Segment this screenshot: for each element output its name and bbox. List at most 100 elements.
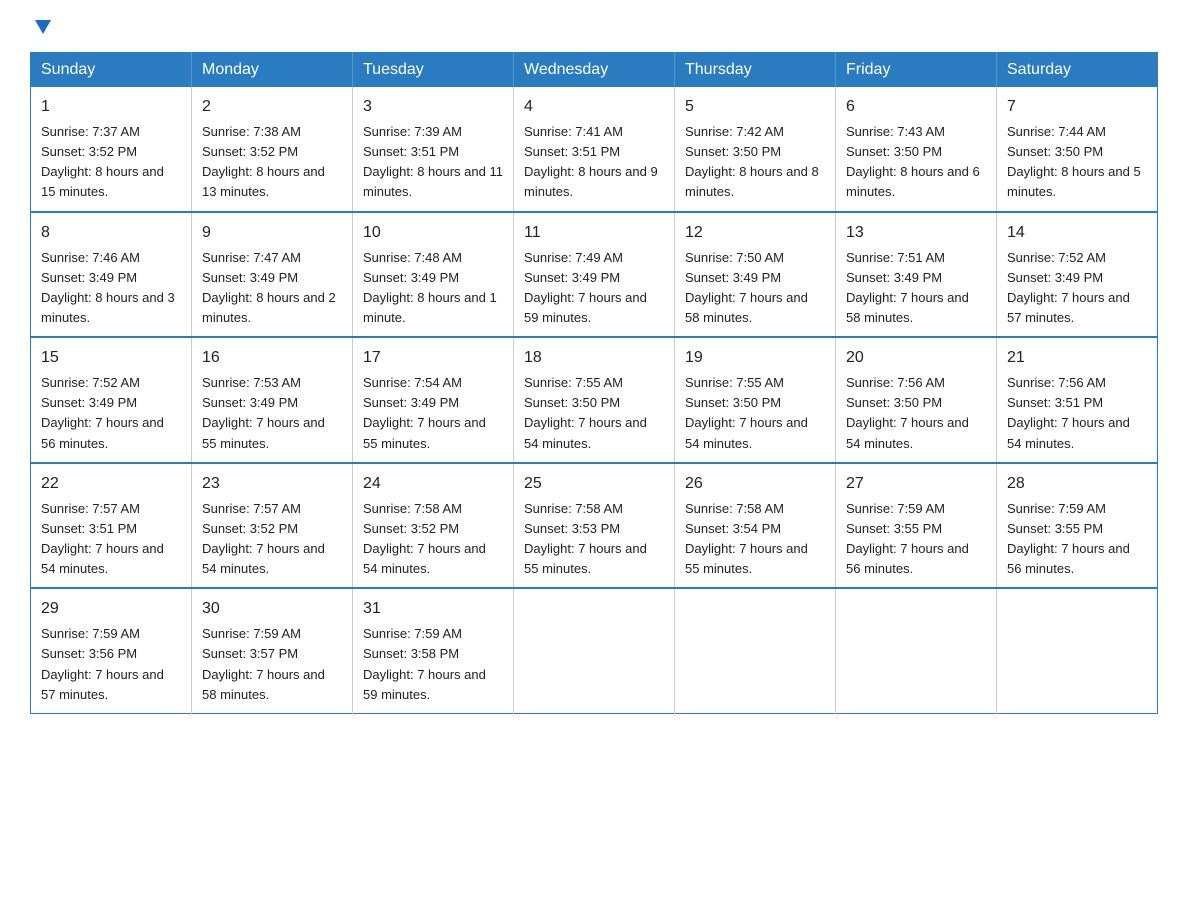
day-info: Sunrise: 7:55 AMSunset: 3:50 PMDaylight:… — [524, 375, 647, 450]
calendar-cell: 20 Sunrise: 7:56 AMSunset: 3:50 PMDayligh… — [836, 337, 997, 463]
day-number: 20 — [846, 346, 986, 370]
calendar-cell: 9 Sunrise: 7:47 AMSunset: 3:49 PMDaylight… — [192, 212, 353, 338]
calendar-cell: 31 Sunrise: 7:59 AMSunset: 3:58 PMDayligh… — [353, 588, 514, 713]
day-info: Sunrise: 7:56 AMSunset: 3:51 PMDaylight:… — [1007, 375, 1130, 450]
day-number: 2 — [202, 95, 342, 119]
calendar-cell: 11Sunrise: 7:49 AMSunset: 3:49 PMDayligh… — [514, 212, 675, 338]
calendar-header: SundayMondayTuesdayWednesdayThursdayFrid… — [31, 53, 1158, 88]
day-info: Sunrise: 7:37 AMSunset: 3:52 PMDaylight:… — [41, 124, 164, 199]
logo — [30, 20, 54, 34]
day-info: Sunrise: 7:53 AMSunset: 3:49 PMDaylight:… — [202, 375, 325, 450]
day-header-thursday: Thursday — [675, 53, 836, 88]
day-number: 14 — [1007, 221, 1147, 245]
calendar-cell: 12Sunrise: 7:50 AMSunset: 3:49 PMDayligh… — [675, 212, 836, 338]
day-number: 30 — [202, 597, 342, 621]
day-number: 8 — [41, 221, 181, 245]
day-number: 1 — [41, 95, 181, 119]
day-info: Sunrise: 7:41 AMSunset: 3:51 PMDaylight:… — [524, 124, 658, 199]
calendar-cell: 24Sunrise: 7:58 AMSunset: 3:52 PMDayligh… — [353, 463, 514, 589]
day-info: Sunrise: 7:55 AMSunset: 3:50 PMDaylight:… — [685, 375, 808, 450]
calendar-cell: 4 Sunrise: 7:41 AMSunset: 3:51 PMDaylight… — [514, 87, 675, 212]
day-header-wednesday: Wednesday — [514, 53, 675, 88]
day-info: Sunrise: 7:43 AMSunset: 3:50 PMDaylight:… — [846, 124, 980, 199]
logo-line1 — [30, 20, 54, 38]
day-info: Sunrise: 7:56 AMSunset: 3:50 PMDaylight:… — [846, 375, 969, 450]
calendar-cell: 18 Sunrise: 7:55 AMSunset: 3:50 PMDayligh… — [514, 337, 675, 463]
day-number: 19 — [685, 346, 825, 370]
day-info: Sunrise: 7:59 AMSunset: 3:58 PMDaylight:… — [363, 626, 486, 701]
day-info: Sunrise: 7:59 AMSunset: 3:55 PMDaylight:… — [1007, 501, 1130, 576]
day-number: 31 — [363, 597, 503, 621]
day-info: Sunrise: 7:48 AMSunset: 3:49 PMDaylight:… — [363, 250, 497, 325]
calendar-cell: 27Sunrise: 7:59 AMSunset: 3:55 PMDayligh… — [836, 463, 997, 589]
calendar-body: 1 Sunrise: 7:37 AMSunset: 3:52 PMDaylight… — [31, 87, 1158, 713]
day-number: 11 — [524, 221, 664, 245]
day-number: 13 — [846, 221, 986, 245]
day-number: 15 — [41, 346, 181, 370]
calendar-cell: 1 Sunrise: 7:37 AMSunset: 3:52 PMDaylight… — [31, 87, 192, 212]
day-number: 4 — [524, 95, 664, 119]
calendar-cell: 7 Sunrise: 7:44 AMSunset: 3:50 PMDaylight… — [997, 87, 1158, 212]
day-number: 17 — [363, 346, 503, 370]
calendar-cell: 17 Sunrise: 7:54 AMSunset: 3:49 PMDayligh… — [353, 337, 514, 463]
day-number: 24 — [363, 472, 503, 496]
calendar-cell — [997, 588, 1158, 713]
calendar-cell: 15 Sunrise: 7:52 AMSunset: 3:49 PMDayligh… — [31, 337, 192, 463]
calendar-cell: 19 Sunrise: 7:55 AMSunset: 3:50 PMDayligh… — [675, 337, 836, 463]
day-number: 18 — [524, 346, 664, 370]
day-header-monday: Monday — [192, 53, 353, 88]
day-number: 27 — [846, 472, 986, 496]
header-row: SundayMondayTuesdayWednesdayThursdayFrid… — [31, 53, 1158, 88]
calendar-cell: 10 Sunrise: 7:48 AMSunset: 3:49 PMDayligh… — [353, 212, 514, 338]
day-info: Sunrise: 7:47 AMSunset: 3:49 PMDaylight:… — [202, 250, 336, 325]
logo-arrow-icon — [32, 16, 54, 38]
calendar-cell: 2 Sunrise: 7:38 AMSunset: 3:52 PMDaylight… — [192, 87, 353, 212]
calendar-cell: 5Sunrise: 7:42 AMSunset: 3:50 PMDaylight… — [675, 87, 836, 212]
day-number: 9 — [202, 221, 342, 245]
day-info: Sunrise: 7:46 AMSunset: 3:49 PMDaylight:… — [41, 250, 175, 325]
calendar-week-4: 22 Sunrise: 7:57 AMSunset: 3:51 PMDayligh… — [31, 463, 1158, 589]
day-header-saturday: Saturday — [997, 53, 1158, 88]
day-number: 7 — [1007, 95, 1147, 119]
calendar-cell: 22 Sunrise: 7:57 AMSunset: 3:51 PMDayligh… — [31, 463, 192, 589]
day-info: Sunrise: 7:52 AMSunset: 3:49 PMDaylight:… — [1007, 250, 1130, 325]
calendar-cell: 6 Sunrise: 7:43 AMSunset: 3:50 PMDaylight… — [836, 87, 997, 212]
calendar-week-3: 15 Sunrise: 7:52 AMSunset: 3:49 PMDayligh… — [31, 337, 1158, 463]
day-number: 6 — [846, 95, 986, 119]
day-header-tuesday: Tuesday — [353, 53, 514, 88]
day-number: 16 — [202, 346, 342, 370]
day-number: 28 — [1007, 472, 1147, 496]
calendar-cell: 29Sunrise: 7:59 AMSunset: 3:56 PMDayligh… — [31, 588, 192, 713]
day-info: Sunrise: 7:39 AMSunset: 3:51 PMDaylight:… — [363, 124, 503, 199]
day-number: 5 — [685, 95, 825, 119]
calendar-cell: 16 Sunrise: 7:53 AMSunset: 3:49 PMDayligh… — [192, 337, 353, 463]
calendar-cell — [675, 588, 836, 713]
calendar-week-5: 29Sunrise: 7:59 AMSunset: 3:56 PMDayligh… — [31, 588, 1158, 713]
calendar-cell: 26Sunrise: 7:58 AMSunset: 3:54 PMDayligh… — [675, 463, 836, 589]
day-number: 23 — [202, 472, 342, 496]
calendar-cell: 8 Sunrise: 7:46 AMSunset: 3:49 PMDaylight… — [31, 212, 192, 338]
day-number: 10 — [363, 221, 503, 245]
calendar-week-1: 1 Sunrise: 7:37 AMSunset: 3:52 PMDaylight… — [31, 87, 1158, 212]
day-number: 21 — [1007, 346, 1147, 370]
day-header-sunday: Sunday — [31, 53, 192, 88]
day-number: 3 — [363, 95, 503, 119]
day-number: 22 — [41, 472, 181, 496]
day-header-friday: Friday — [836, 53, 997, 88]
calendar-cell: 21 Sunrise: 7:56 AMSunset: 3:51 PMDayligh… — [997, 337, 1158, 463]
day-info: Sunrise: 7:50 AMSunset: 3:49 PMDaylight:… — [685, 250, 808, 325]
day-number: 29 — [41, 597, 181, 621]
day-info: Sunrise: 7:44 AMSunset: 3:50 PMDaylight:… — [1007, 124, 1141, 199]
calendar-cell: 14 Sunrise: 7:52 AMSunset: 3:49 PMDayligh… — [997, 212, 1158, 338]
day-info: Sunrise: 7:58 AMSunset: 3:54 PMDaylight:… — [685, 501, 808, 576]
calendar-cell: 30Sunrise: 7:59 AMSunset: 3:57 PMDayligh… — [192, 588, 353, 713]
day-info: Sunrise: 7:51 AMSunset: 3:49 PMDaylight:… — [846, 250, 969, 325]
day-info: Sunrise: 7:38 AMSunset: 3:52 PMDaylight:… — [202, 124, 325, 199]
day-info: Sunrise: 7:57 AMSunset: 3:51 PMDaylight:… — [41, 501, 164, 576]
calendar-cell — [836, 588, 997, 713]
calendar-cell: 23Sunrise: 7:57 AMSunset: 3:52 PMDayligh… — [192, 463, 353, 589]
calendar-cell: 25Sunrise: 7:58 AMSunset: 3:53 PMDayligh… — [514, 463, 675, 589]
day-info: Sunrise: 7:54 AMSunset: 3:49 PMDaylight:… — [363, 375, 486, 450]
day-info: Sunrise: 7:52 AMSunset: 3:49 PMDaylight:… — [41, 375, 164, 450]
page-header — [30, 20, 1158, 34]
